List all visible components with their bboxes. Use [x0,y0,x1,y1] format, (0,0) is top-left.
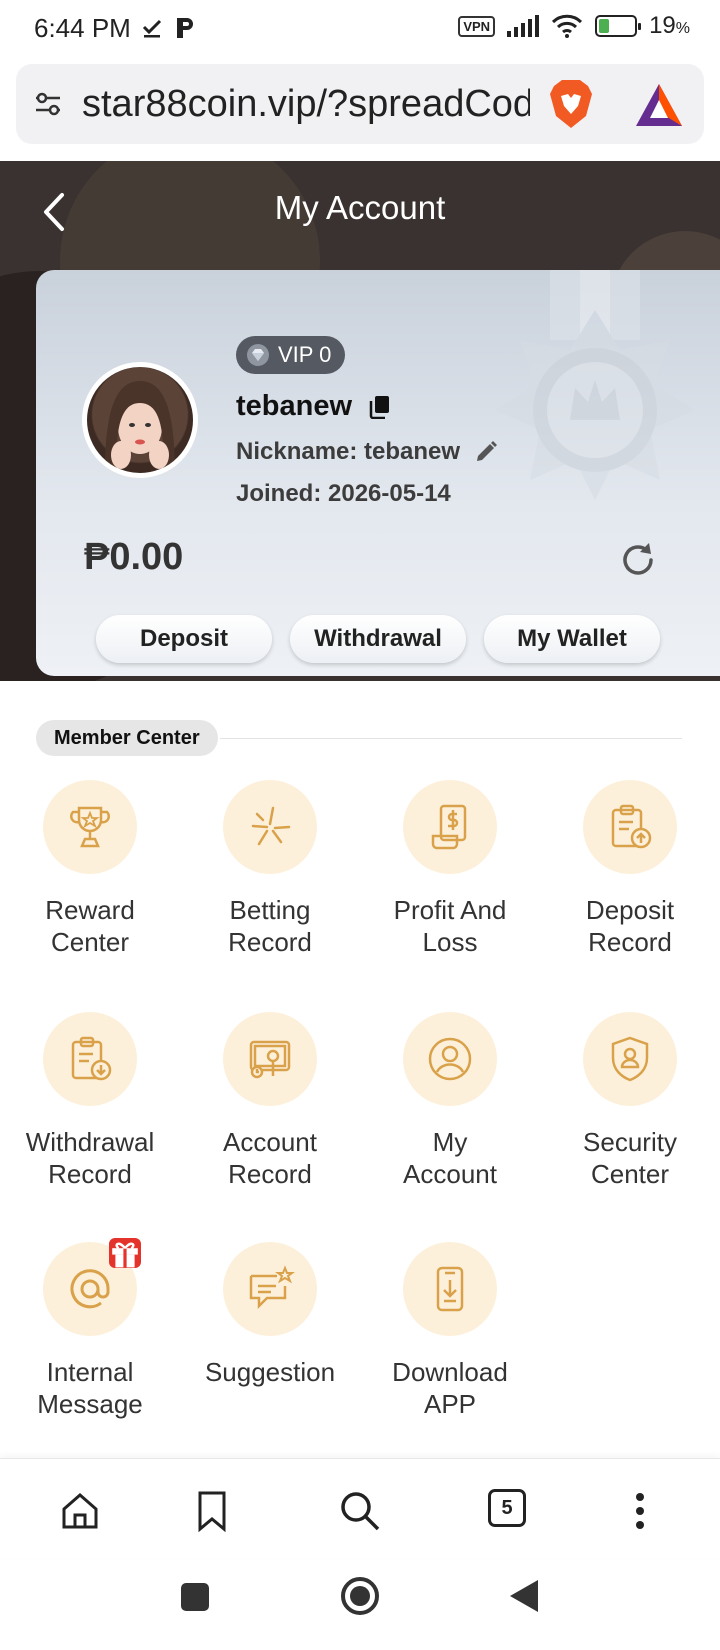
vip-badge: VIP 0 [236,336,346,374]
betting-record-label: Betting Record [228,895,312,957]
page-title: My Account [274,189,446,226]
receipt-dollar-icon [431,804,467,850]
member-center-title: Member Center [36,720,218,756]
monitor-chart-icon [249,1040,291,1079]
browser-bottom-toolbar: 5 [0,1458,720,1558]
medal-decoration-icon [495,270,695,500]
username: tebanew [236,390,353,422]
suggestion-label: Suggestion [204,1357,336,1387]
wifi-icon [552,14,583,38]
my-wallet-button[interactable]: My Wallet [484,615,660,663]
deposit-record-label: Deposit Record [585,895,675,957]
account-record-tile[interactable]: Account Record [180,1012,360,1190]
account-actions: Deposit Withdrawal My Wallet [96,615,660,663]
vpn-icon: VPN [458,15,496,37]
edit-pencil-icon[interactable] [474,440,498,464]
back-button-icon[interactable] [508,1578,540,1614]
diamond-icon [247,344,269,366]
status-time-group: 6:44 PM [34,13,195,44]
battery-level: 19% [649,12,690,39]
more-options-icon[interactable] [618,1489,662,1533]
vip-level: VIP 0 [278,342,332,367]
withdrawal-record-tile[interactable]: Withdrawal Record [0,1012,180,1190]
betting-record-tile[interactable]: Betting Record [180,780,360,958]
bookmark-icon[interactable] [190,1489,234,1533]
reward-center-label: Reward Center [45,895,135,957]
refresh-icon[interactable] [618,540,658,580]
browser-url-bar[interactable]: star88coin.vip/?spreadCode [16,64,704,144]
my-account-label: My Account [403,1127,497,1189]
internal-message-label: Internal Message [37,1357,143,1419]
gift-badge [109,1238,141,1268]
gift-icon [112,1242,138,1268]
user-avatar [82,362,198,478]
download-app-tile[interactable]: Download APP [360,1242,540,1420]
sparkle-icon [251,806,291,846]
clipboard-download-icon [71,1036,112,1081]
nickname-row: Nickname: tebanew [236,438,498,466]
profit-and-loss-tile[interactable]: Profit And Loss [360,780,540,958]
chat-star-icon [249,1265,295,1310]
shield-user-icon [611,1036,649,1082]
phone-download-icon [436,1266,464,1312]
clipboard-upload-icon [611,804,652,849]
suggestion-tile[interactable]: Suggestion [180,1242,360,1388]
system-navigation-bar [0,1560,720,1650]
internal-message-tile[interactable]: Internal Message [0,1238,180,1420]
brave-shields-icon[interactable] [546,78,596,130]
nickname: Nickname: tebanew [236,438,461,465]
home-button-icon[interactable] [340,1576,380,1616]
status-bar: 6:44 PM VPN 19% [0,0,720,56]
status-indicators: VPN 19% [458,12,690,40]
recent-apps-icon[interactable] [180,1582,210,1612]
user-circle-icon [428,1037,472,1081]
trophy-icon [70,806,110,848]
withdrawal-record-label: Withdrawal Record [25,1127,155,1189]
brave-rewards-icon[interactable] [634,82,684,128]
profit-and-loss-label: Profit And Loss [393,895,507,957]
search-icon[interactable] [338,1489,382,1533]
reward-center-tile[interactable]: Reward Center [0,780,180,958]
download-done-icon [142,19,161,38]
battery-icon [595,15,642,37]
site-settings-icon[interactable] [32,88,64,120]
withdrawal-button[interactable]: Withdrawal [290,615,466,663]
username-row: tebanew [236,390,390,423]
signal-icon [507,15,540,37]
app-notification-icon [176,18,193,38]
account-card: VIP 0 tebanew Nickname: tebanew Joined: … [36,270,720,676]
deposit-button[interactable]: Deposit [96,615,272,663]
url-text[interactable]: star88coin.vip/?spreadCode [82,83,530,126]
joined-date: Joined: 2026-05-14 [236,480,451,507]
download-app-label: Download APP [392,1357,508,1419]
security-center-tile[interactable]: Security Center [540,1012,720,1190]
my-account-tile[interactable]: My Account [360,1012,540,1190]
copy-icon[interactable] [368,395,390,419]
section-divider [220,738,682,739]
deposit-record-tile[interactable]: Deposit Record [540,780,720,958]
tabs-counter[interactable]: 5 [488,1489,526,1527]
status-time: 6:44 PM [34,12,131,43]
security-center-label: Security Center [583,1127,677,1189]
balance-amount: ₱0.00 [84,536,184,578]
home-icon[interactable] [58,1489,102,1533]
account-record-label: Account Record [223,1127,317,1189]
